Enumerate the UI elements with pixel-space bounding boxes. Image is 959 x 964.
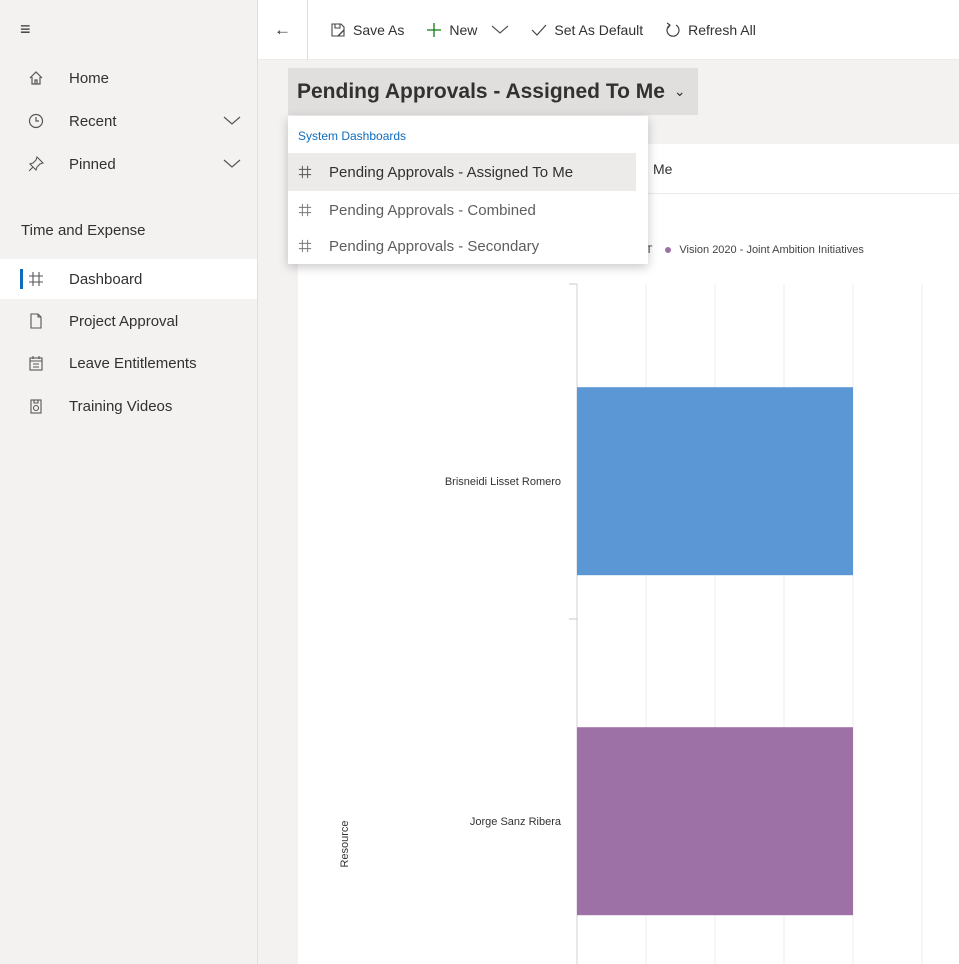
sidebar-item-dashboard[interactable]: Dashboard (0, 259, 257, 299)
save-as-icon (330, 22, 346, 38)
dropdown-header: System Dashboards (298, 129, 407, 143)
dashboard-icon (298, 165, 312, 179)
dropdown-item-secondary[interactable]: Pending Approvals - Secondary (288, 227, 648, 265)
chevron-down-icon[interactable] (223, 156, 241, 174)
new-dropdown-button[interactable] (491, 22, 509, 38)
sidebar-item-label: Pinned (69, 155, 116, 173)
plus-icon (426, 22, 442, 38)
sidebar-item-label: Leave Entitlements (69, 354, 197, 372)
save-as-label: Save As (353, 21, 405, 38)
sidebar-item-label: Home (69, 69, 110, 87)
refresh-all-label: Refresh All (688, 21, 756, 38)
y-tick-label: Brisneidi Lisset Romero (445, 476, 561, 488)
refresh-icon (665, 22, 681, 38)
sidebar-item-project-approval[interactable]: Project Approval (0, 301, 257, 341)
back-arrow-icon: ← (274, 19, 291, 39)
sidebar-item-recent[interactable]: Recent (0, 101, 257, 141)
chevron-down-icon: ⌄ (673, 83, 686, 99)
sidebar-item-pinned[interactable]: Pinned (0, 144, 257, 184)
dropdown-item-combined[interactable]: Pending Approvals - Combined (288, 191, 648, 229)
dashboard-icon (298, 203, 312, 217)
checkmark-icon (531, 23, 547, 37)
set-as-default-label: Set As Default (554, 21, 644, 38)
bar-jorge-sanz-ribera (577, 727, 853, 916)
dashboard-selector[interactable]: Pending Approvals - Assigned To Me ⌄ (288, 68, 698, 115)
sidebar-item-label: Dashboard (69, 270, 143, 288)
y-axis-label: Resource (339, 820, 351, 867)
sidebar-item-label: Recent (69, 112, 117, 130)
refresh-all-button[interactable]: Refresh All (665, 22, 756, 38)
dashboard-dropdown: System Dashboards Pending Approvals - As… (288, 116, 648, 264)
dropdown-item-label: Pending Approvals - Secondary (329, 237, 540, 255)
set-as-default-button[interactable]: Set As Default (531, 22, 643, 38)
y-tick-label: Jorge Sanz Ribera (470, 816, 562, 828)
clock-icon (26, 113, 46, 129)
pin-icon (26, 156, 46, 172)
dropdown-item-label: Pending Approvals - Combined (329, 201, 536, 219)
section-title: Time and Expense (21, 222, 146, 239)
sidebar: ≡ Home Recent Pinned Time and Expense Da… (0, 0, 258, 964)
dropdown-item-assigned-to-me[interactable]: Pending Approvals - Assigned To Me (288, 153, 636, 191)
video-icon (26, 398, 46, 414)
hamburger-menu-icon[interactable]: ≡ (20, 20, 31, 38)
sidebar-item-training-videos[interactable]: Training Videos (0, 386, 257, 426)
new-label: New (449, 21, 478, 38)
sidebar-item-label: Project Approval (69, 312, 179, 330)
back-button[interactable]: ← (258, 0, 308, 60)
sidebar-item-label: Training Videos (69, 397, 173, 415)
chart-card: Me r ICT Vision 2020 - Joint Ambition In… (298, 144, 959, 964)
home-icon (26, 70, 46, 86)
bar-chart: Brisneidi Lisset Romero Jorge Sanz Ribera… (339, 283, 923, 964)
document-icon (26, 313, 46, 329)
calendar-icon (26, 355, 46, 371)
dropdown-item-label: Pending Approvals - Assigned To Me (329, 163, 574, 181)
sidebar-item-home[interactable]: Home (0, 58, 257, 98)
bar-brisneidi-lisset-romero (577, 387, 853, 576)
dashboard-icon (298, 239, 312, 253)
new-button[interactable]: New (426, 22, 477, 38)
chevron-down-icon (491, 22, 509, 38)
sidebar-item-leave-entitlements[interactable]: Leave Entitlements (0, 343, 257, 383)
dashboard-icon (26, 271, 46, 287)
command-bar: ← Save As New Set As Default Refresh All (258, 0, 959, 60)
save-as-button[interactable]: Save As (330, 22, 404, 38)
chevron-down-icon[interactable] (223, 113, 241, 131)
page-title: Pending Approvals - Assigned To Me (297, 79, 665, 103)
